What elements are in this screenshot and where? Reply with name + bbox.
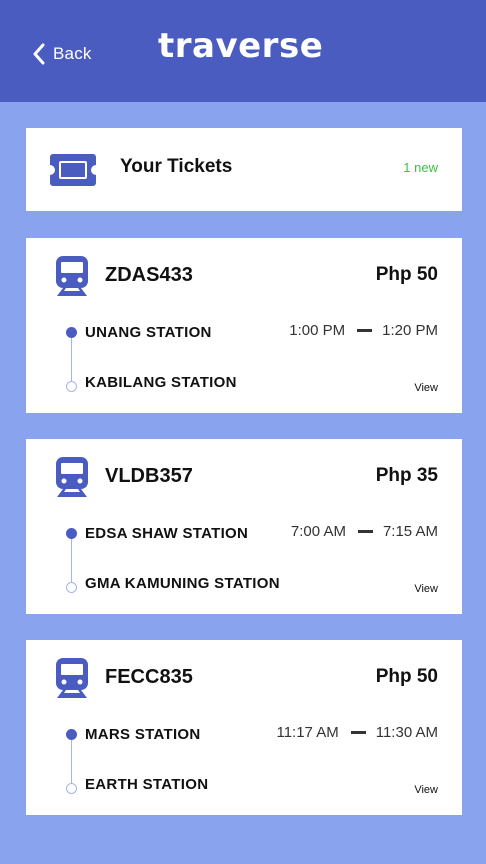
ticket-price: Php 35 [375,465,438,486]
ticket-card[interactable]: VLDB357 Php 35 EDSA SHAW STATION GMA KAM… [26,439,462,614]
destination-station: EARTH STATION [85,776,209,793]
app-header: Back traverse [0,0,486,102]
time-separator [357,329,373,332]
destination-dot [66,783,77,794]
arrival-time: 1:20 PM [382,322,438,339]
departure-time: 7:00 AM [290,523,346,540]
trip-times: 11:17 AM 11:30 AM [276,724,438,741]
your-tickets-title: Your Tickets [120,156,233,177]
origin-dot [66,528,77,539]
ticket-icon [50,154,96,186]
your-tickets-card[interactable]: Your Tickets 1 new [26,128,462,211]
departure-time: 1:00 PM [289,322,346,339]
ticket-card[interactable]: FECC835 Php 50 MARS STATION EARTH STATIO… [26,640,462,815]
ticket-code: ZDAS433 [105,264,193,286]
app-logo: traverse [158,26,324,66]
arrival-time: 11:30 AM [375,724,438,741]
view-link[interactable]: View [414,382,438,394]
destination-dot [66,582,77,593]
destination-station: KABILANG STATION [85,374,237,391]
ticket-price: Php 50 [375,264,438,285]
origin-station: UNANG STATION [85,324,212,341]
origin-station: EDSA SHAW STATION [85,525,249,542]
view-link[interactable]: View [414,583,438,595]
origin-dot [66,729,77,740]
back-button[interactable]: Back [32,42,92,66]
destination-dot [66,381,77,392]
train-icon [56,658,88,698]
time-separator [350,731,366,734]
route-line [71,734,72,788]
route-line [71,332,72,386]
origin-station: MARS STATION [85,726,201,743]
origin-dot [66,327,77,338]
time-separator [357,530,373,533]
train-icon [56,457,88,497]
chevron-left-icon [33,43,45,65]
back-label: Back [53,44,92,63]
ticket-card[interactable]: ZDAS433 Php 50 UNANG STATION KABILANG ST… [26,238,462,413]
trip-times: 1:00 PM 1:20 PM [289,322,438,339]
destination-station: GMA KAMUNING STATION [85,575,280,592]
departure-time: 11:17 AM [276,724,339,741]
ticket-price: Php 50 [375,666,438,687]
arrival-time: 7:15 AM [382,523,438,540]
ticket-code: FECC835 [105,666,193,688]
ticket-code: VLDB357 [105,465,193,487]
new-ticket-badge: 1 new [403,160,438,175]
view-link[interactable]: View [414,784,438,796]
route-line [71,533,72,587]
trip-times: 7:00 AM 7:15 AM [291,523,438,540]
train-icon [56,256,88,296]
